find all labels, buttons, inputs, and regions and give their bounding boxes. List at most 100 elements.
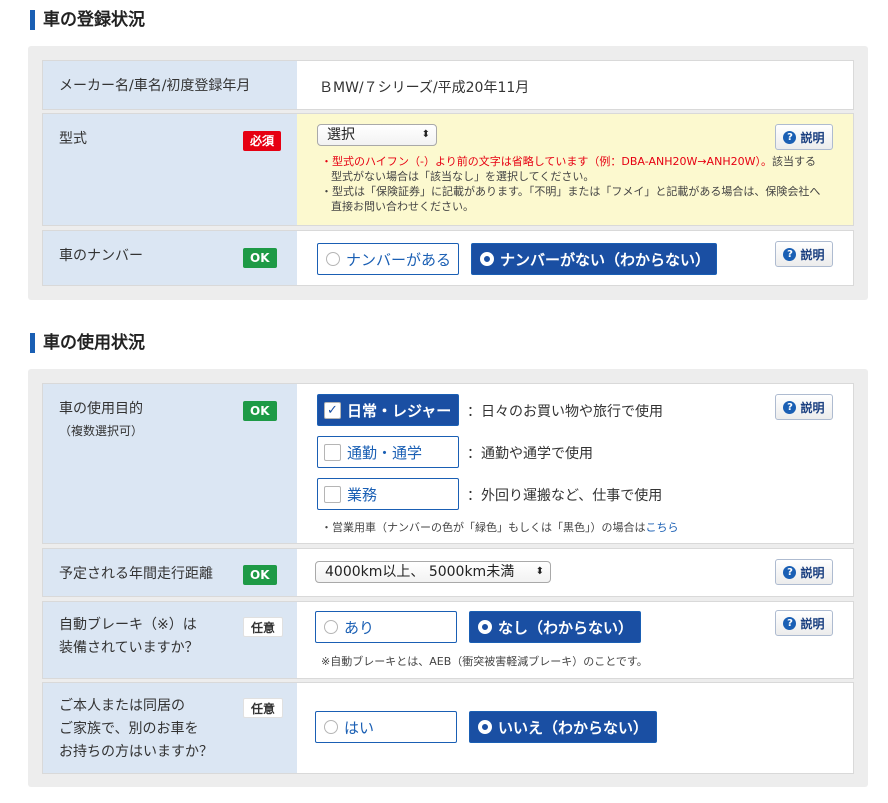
question-circle-icon: ? bbox=[783, 565, 797, 579]
model-note-1-red: ・型式のハイフン（-）より前の文字は省略しています（例：DBA-ANH20W→A… bbox=[321, 155, 772, 168]
plate-value-cell: ナンバーがある ナンバーがない（わからない） ? 説明 bbox=[297, 231, 853, 285]
mileage-label-cell: 予定される年間走行距離 OK bbox=[43, 549, 297, 596]
maker-label-cell: メーカー名/車名/初度登録年月 bbox=[43, 61, 297, 109]
model-select-value: 選択 bbox=[327, 127, 355, 143]
brake-note: ※自動ブレーキとは、AEB（衝突被害軽減ブレーキ）のことです。 bbox=[321, 655, 648, 668]
plate-label: 車のナンバー bbox=[59, 248, 143, 264]
brake-option-label: なし（わからない） bbox=[498, 618, 634, 637]
optional-badge: 任意 bbox=[243, 698, 284, 718]
radio-icon bbox=[326, 252, 340, 266]
brake-value-cell: あり なし（わからない） ※自動ブレーキとは、AEB（衝突被害軽減ブレーキ）のこ… bbox=[297, 602, 853, 678]
updown-arrow-icon: ⬍ bbox=[535, 566, 544, 577]
mileage-select-value: 4000km以上、 5000km未満 bbox=[325, 564, 515, 580]
mileage-help-label: 説明 bbox=[800, 565, 825, 580]
commercial-vehicle-link[interactable]: こちら bbox=[646, 521, 679, 534]
purpose-option-commute[interactable]: 通勤・通学 bbox=[317, 436, 459, 468]
section-title-usage: 車の使用状況 bbox=[30, 333, 145, 353]
radio-icon bbox=[478, 720, 492, 734]
checkbox-icon bbox=[324, 485, 341, 503]
model-row: 型式 必須 選択 ⬍ ? 説明 ・型式のハイフン（-）より前の文字は省略していま… bbox=[42, 113, 854, 226]
purpose-label: 車の使用目的 bbox=[59, 401, 143, 417]
model-notes: ・型式のハイフン（-）より前の文字は省略しています（例：DBA-ANH20W→A… bbox=[321, 154, 821, 214]
purpose-option-desc: ：通勤や通学で使用 bbox=[467, 446, 593, 462]
model-help-button[interactable]: ? 説明 bbox=[775, 124, 833, 150]
brake-label-cell: 自動ブレーキ（※）は 装備されていますか？ 任意 bbox=[43, 602, 297, 678]
model-note-2: ・型式は「保険証券」に記載があります。「不明」または「フメイ」と記載がある場合は… bbox=[321, 185, 821, 213]
brake-label-line1: 自動ブレーキ（※）は bbox=[59, 617, 197, 633]
maker-label: メーカー名/車名/初度登録年月 bbox=[59, 78, 251, 94]
radio-icon bbox=[478, 620, 492, 634]
purpose-help-button[interactable]: ? 説明 bbox=[775, 394, 833, 420]
question-circle-icon: ? bbox=[783, 247, 797, 261]
brake-option-no[interactable]: なし（わからない） bbox=[469, 611, 641, 643]
purpose-option-label: 通勤・通学 bbox=[347, 443, 423, 462]
purpose-note-text: ・営業用車（ナンバーの色が「緑色」もしくは「黒色」）の場合は bbox=[321, 521, 646, 534]
brake-label-line2: 装備されていますか？ bbox=[59, 640, 199, 656]
brake-option-yes[interactable]: あり bbox=[315, 611, 457, 643]
purpose-option-desc: ：日々のお買い物や旅行で使用 bbox=[467, 404, 663, 420]
question-circle-icon: ? bbox=[783, 400, 797, 414]
maker-value: ＢMW/７シリーズ/平成20年11月 bbox=[319, 80, 530, 96]
purpose-option-leisure[interactable]: ✓ 日常・レジャー bbox=[317, 394, 459, 426]
plate-option-label: ナンバーがない（わからない） bbox=[500, 250, 711, 269]
mileage-value-cell: 4000km以上、 5000km未満 ⬍ ? 説明 bbox=[297, 549, 853, 596]
purpose-value-cell: ✓ 日常・レジャー ：日々のお買い物や旅行で使用 通勤・通学 ：通勤や通学で使用… bbox=[297, 384, 853, 543]
mileage-label: 予定される年間走行距離 bbox=[59, 566, 213, 582]
purpose-option-business[interactable]: 業務 bbox=[317, 478, 459, 510]
purpose-option-label: 業務 bbox=[347, 485, 378, 504]
mileage-row: 予定される年間走行距離 OK 4000km以上、 5000km未満 ⬍ ? 説明 bbox=[42, 548, 854, 597]
updown-arrow-icon: ⬍ bbox=[421, 129, 430, 140]
other-car-label-cell: ご本人または同居の ご家族で、別のお車を お持ちの方はいますか？ 任意 bbox=[43, 683, 297, 773]
model-label-cell: 型式 必須 bbox=[43, 114, 297, 225]
purpose-sublabel: （複数選択可） bbox=[59, 424, 144, 438]
plate-option-label: ナンバーがある bbox=[346, 250, 452, 269]
maker-row: メーカー名/車名/初度登録年月 ＢMW/７シリーズ/平成20年11月 bbox=[42, 60, 854, 110]
brake-help-button[interactable]: ? 説明 bbox=[775, 610, 833, 636]
other-car-value-cell: はい いいえ（わからない） bbox=[297, 683, 853, 773]
checkbox-icon bbox=[324, 443, 341, 461]
brake-row: 自動ブレーキ（※）は 装備されていますか？ 任意 あり なし（わからない） ※自… bbox=[42, 601, 854, 679]
other-car-label-line3: お持ちの方はいますか？ bbox=[59, 744, 213, 760]
other-car-option-label: いいえ（わからない） bbox=[498, 718, 649, 737]
brake-help-label: 説明 bbox=[800, 616, 825, 631]
other-car-label-line2: ご家族で、別のお車を bbox=[59, 721, 199, 737]
plate-option-has-number[interactable]: ナンバーがある bbox=[317, 243, 459, 275]
plate-option-no-number[interactable]: ナンバーがない（わからない） bbox=[471, 243, 717, 275]
purpose-note: ・営業用車（ナンバーの色が「緑色」もしくは「黒色」）の場合はこちら bbox=[321, 519, 679, 535]
section-title-registration: 車の登録状況 bbox=[30, 10, 145, 30]
purpose-label-cell: 車の使用目的 （複数選択可） OK bbox=[43, 384, 297, 543]
other-car-row: ご本人または同居の ご家族で、別のお車を お持ちの方はいますか？ 任意 はい い… bbox=[42, 682, 854, 774]
radio-icon bbox=[324, 620, 338, 634]
purpose-option-label: 日常・レジャー bbox=[347, 401, 452, 420]
plate-row: 車のナンバー OK ナンバーがある ナンバーがない（わからない） ? 説明 bbox=[42, 230, 854, 286]
purpose-option-desc: ：外回り運搬など、仕事で使用 bbox=[467, 488, 663, 504]
required-badge: 必須 bbox=[243, 131, 282, 151]
ok-badge: OK bbox=[243, 248, 277, 268]
purpose-help-label: 説明 bbox=[800, 400, 825, 415]
radio-icon bbox=[480, 252, 494, 266]
model-note-1: ・型式のハイフン（-）より前の文字は省略しています（例：DBA-ANH20W→A… bbox=[321, 154, 821, 184]
registration-section: メーカー名/車名/初度登録年月 ＢMW/７シリーズ/平成20年11月 型式 必須… bbox=[28, 46, 868, 300]
model-select[interactable]: 選択 ⬍ bbox=[317, 124, 437, 146]
maker-value-cell: ＢMW/７シリーズ/平成20年11月 bbox=[297, 61, 853, 109]
other-car-option-yes[interactable]: はい bbox=[315, 711, 457, 743]
mileage-select[interactable]: 4000km以上、 5000km未満 ⬍ bbox=[315, 561, 551, 583]
usage-section: 車の使用目的 （複数選択可） OK ✓ 日常・レジャー ：日々のお買い物や旅行で… bbox=[28, 369, 868, 787]
plate-help-button[interactable]: ? 説明 bbox=[775, 241, 833, 267]
plate-label-cell: 車のナンバー OK bbox=[43, 231, 297, 285]
question-circle-icon: ? bbox=[783, 130, 797, 144]
model-help-label: 説明 bbox=[800, 130, 825, 145]
other-car-label-line1: ご本人または同居の bbox=[59, 698, 185, 714]
radio-icon bbox=[324, 720, 338, 734]
question-circle-icon: ? bbox=[783, 616, 797, 630]
checkmark-icon: ✓ bbox=[324, 401, 341, 419]
model-value-cell: 選択 ⬍ ? 説明 ・型式のハイフン（-）より前の文字は省略しています（例：DB… bbox=[297, 114, 853, 225]
mileage-help-button[interactable]: ? 説明 bbox=[775, 559, 833, 585]
brake-option-label: あり bbox=[344, 618, 375, 637]
optional-badge: 任意 bbox=[243, 617, 284, 637]
other-car-option-no[interactable]: いいえ（わからない） bbox=[469, 711, 657, 743]
model-label: 型式 bbox=[59, 131, 87, 147]
ok-badge: OK bbox=[243, 565, 277, 585]
plate-help-label: 説明 bbox=[800, 247, 825, 262]
purpose-row: 車の使用目的 （複数選択可） OK ✓ 日常・レジャー ：日々のお買い物や旅行で… bbox=[42, 383, 854, 544]
